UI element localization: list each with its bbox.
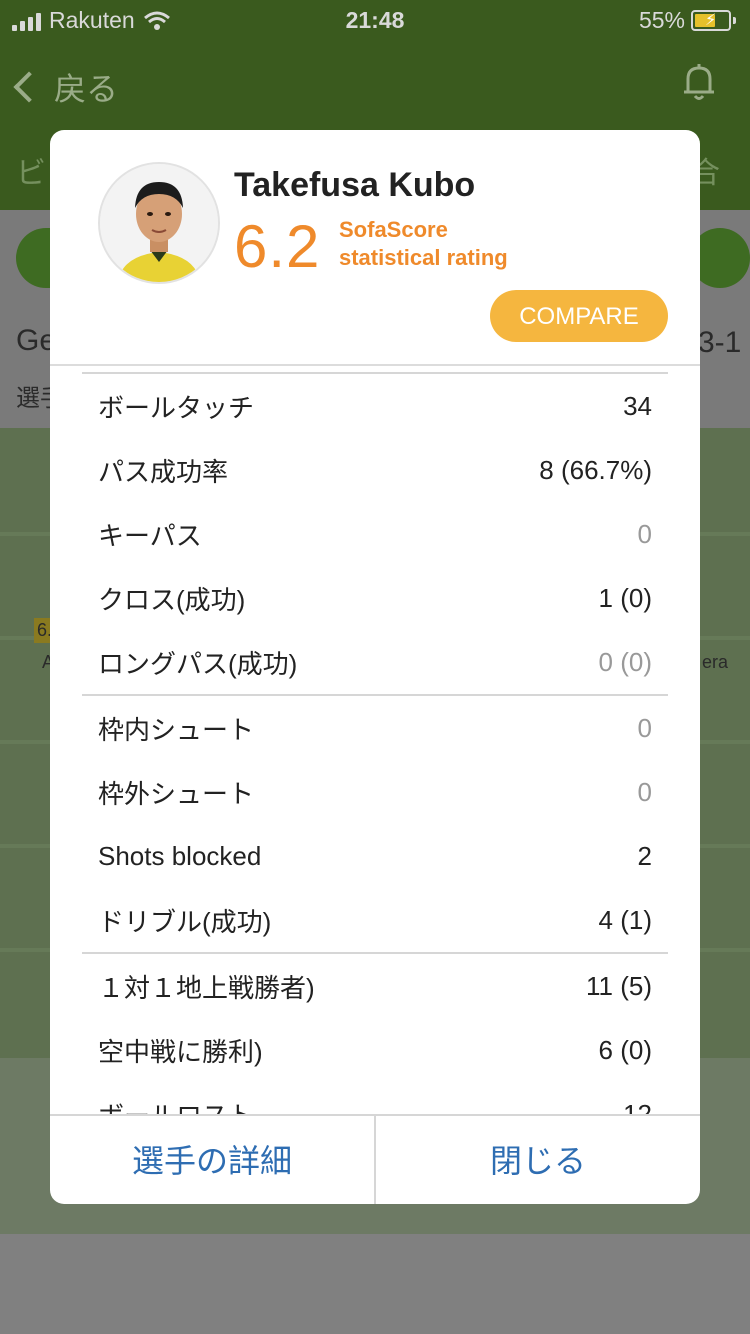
player-avatar (98, 162, 220, 284)
chevron-left-icon (13, 71, 45, 103)
stat-row: ドリブル(成功) 4 (1) (98, 904, 652, 937)
rating-label: SofaScore statistical rating (339, 216, 508, 272)
stat-row: キーパス 0 (98, 518, 652, 551)
stats-list[interactable]: ボールタッチ 34 パス成功率 8 (66.7%) キーパス 0 クロス(成功) 1 (… (50, 372, 700, 1114)
close-button[interactable]: 閉じる (376, 1116, 700, 1204)
app-navbar: 戻る (0, 42, 750, 126)
stat-row: クロス(成功) 1 (0) (98, 582, 652, 615)
player-details-button[interactable]: 選手の詳細 (50, 1116, 374, 1204)
player-rating: 6.2 (234, 213, 321, 280)
player-name: Takefusa Kubo (234, 166, 476, 204)
stat-row: ロングパス(成功) 0 (0) (98, 646, 652, 679)
rating-label-line1: SofaScore (339, 217, 448, 242)
clock: 21:48 (345, 7, 405, 33)
bg-score-text: 3-1 (698, 326, 742, 359)
player-photo (100, 164, 218, 282)
compare-button[interactable]: COMPARE (490, 290, 668, 342)
modal-footer: 選手の詳細 閉じる (50, 1114, 700, 1204)
stat-row: 空中戦に勝利) 6 (0) (98, 1034, 652, 1067)
stat-row: ボールロスト12 (98, 1098, 652, 1115)
battery-percent: 55% (638, 7, 685, 33)
back-label: 戻る (54, 71, 119, 107)
stat-row: ボールタッチ 34 (98, 390, 652, 423)
stat-row: １対１地上戦勝者) 11 (5) (98, 970, 652, 1003)
rating-label-line2: statistical rating (339, 245, 508, 270)
header-divider (50, 364, 700, 366)
player-stats-modal: Takefusa Kubo 6.2 SofaScore statistical … (50, 130, 700, 1204)
battery-info: 55% ⚡ (639, 7, 736, 34)
tab-left[interactable]: ビ (16, 148, 46, 192)
bell-icon[interactable] (682, 62, 716, 102)
status-bar: Rakuten 21:48 55% ⚡ (0, 0, 750, 42)
stat-row: 枠外シュート 0 (98, 776, 652, 809)
back-button[interactable]: 戻る (13, 64, 119, 110)
stat-row: Shots blocked 2 (98, 840, 652, 871)
stat-row: 枠内シュート 0 (98, 712, 652, 745)
bg-side-right: era (702, 652, 729, 672)
stat-row: パス成功率 8 (66.7%) (98, 454, 652, 487)
bg-bottom (0, 1234, 750, 1334)
battery-icon: ⚡ (691, 10, 731, 31)
